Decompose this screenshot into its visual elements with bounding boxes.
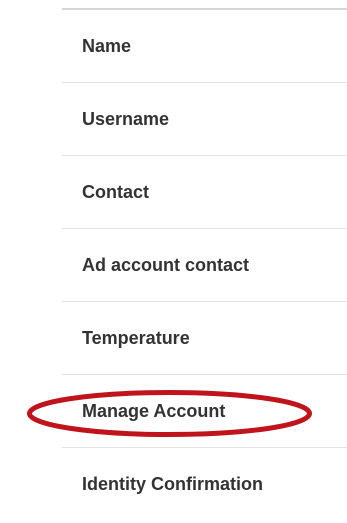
menu-item-label: Name	[82, 36, 132, 56]
menu-item-manage-account[interactable]: Manage Account	[62, 375, 347, 448]
menu-item-temperature[interactable]: Temperature	[62, 302, 347, 375]
menu-item-ad-account-contact[interactable]: Ad account contact	[62, 229, 347, 302]
menu-item-username[interactable]: Username	[62, 83, 347, 156]
menu-item-label: Identity Confirmation	[82, 474, 263, 494]
menu-item-label: Username	[82, 109, 170, 129]
menu-item-label: Ad account contact	[82, 255, 250, 275]
menu-item-label: Manage Account	[82, 401, 226, 421]
menu-item-label: Contact	[82, 182, 149, 202]
settings-menu: Name Username Contact Ad account contact…	[62, 10, 347, 521]
menu-item-label: Temperature	[82, 328, 190, 348]
menu-item-identity-confirmation[interactable]: Identity Confirmation	[62, 448, 347, 521]
menu-item-name[interactable]: Name	[62, 10, 347, 83]
menu-item-contact[interactable]: Contact	[62, 156, 347, 229]
